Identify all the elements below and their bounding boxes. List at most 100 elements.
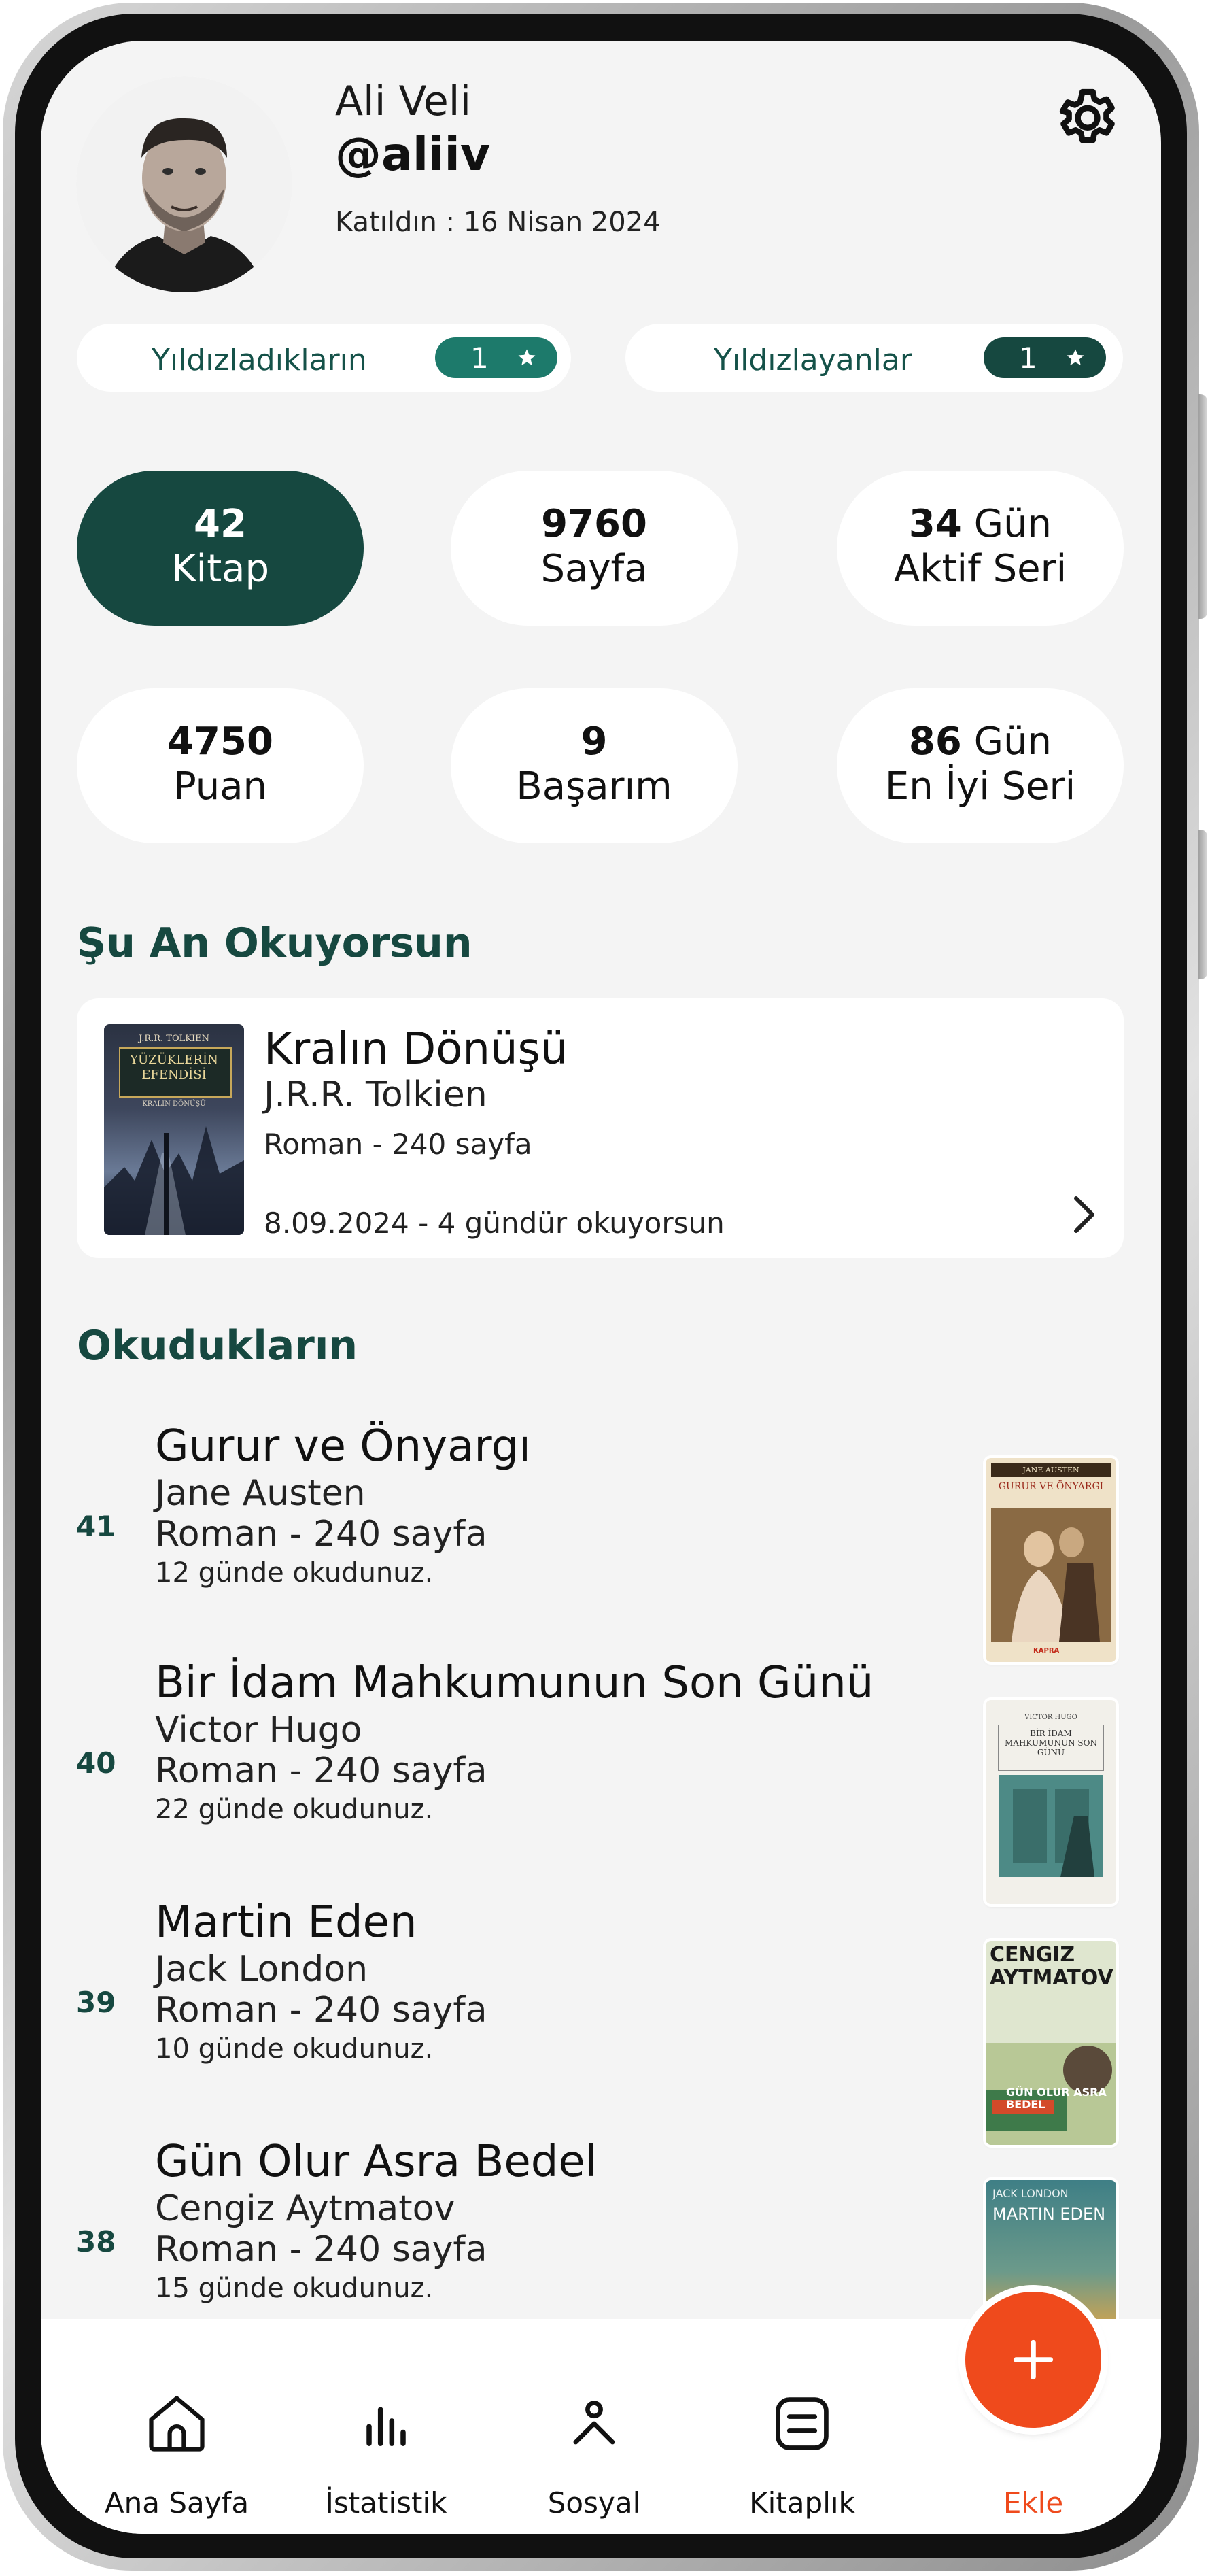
book-author: Jack London [155,1949,368,1990]
add-book-button[interactable] [965,2292,1101,2428]
book-title: Martin Eden [155,1897,417,1948]
stat-best-streak-value: 86 [908,719,962,764]
power-button [1198,830,1207,979]
stat-best-streak[interactable]: 86 Gün En İyi Seri [837,688,1124,843]
book-row[interactable]: 41 Gurur ve Önyargı Jane Austen Roman - … [41,1414,1161,1662]
star-icon [1067,349,1084,366]
starred-count-badge: 1 [435,337,557,378]
book-meta: Roman - 240 sayfa [155,1514,487,1555]
book-title: Gün Olur Asra Bedel [155,2137,598,2187]
person-icon [573,2401,615,2445]
bar-chart-icon [366,2407,406,2446]
book-rank: 38 [76,2225,116,2258]
book-row[interactable]: 40 Bir İdam Mahkumunun Son Günü Victor H… [41,1651,1161,1904]
starred-by-count-badge: 1 [984,337,1106,378]
book-read-duration: 22 günde okudunuz. [155,1794,434,1825]
cover-author: JANE AUSTEN [1022,1465,1079,1474]
nav-stats-label: İstatistik [325,2486,447,2520]
nav-home[interactable]: Ana Sayfa [75,2319,279,2534]
book-rank: 39 [76,1986,116,2019]
stat-points[interactable]: 4750 Puan [77,688,364,843]
stat-achievements[interactable]: 9 Başarım [451,688,738,843]
settings-button[interactable] [1051,80,1124,154]
book-cover: CENGIZ AYTMATOV GÜN OLUR ASRA BEDEL [986,1941,1116,2145]
library-icon [776,2397,829,2450]
stat-pages[interactable]: 9760 Sayfa [451,471,738,626]
book-cover: VICTOR HUGO BİR İDAM MAHKUMUNUN SON GÜNÜ [986,1700,1116,1904]
starred-count: 1 [470,341,489,375]
cover-title: YÜZÜKLERİN EFENDİSİ [130,1053,218,1082]
stat-active-streak[interactable]: 34 Gün Aktif Seri [837,471,1124,626]
stat-books[interactable]: 42 Kitap [77,471,364,626]
cover-subtitle: GÜN OLUR ASRA BEDEL [1006,2086,1107,2111]
book-meta: Roman - 240 sayfa [155,1750,487,1791]
book-author: Cengiz Aytmatov [155,2188,455,2229]
nav-home-label: Ana Sayfa [104,2486,249,2520]
cover-title: MARTIN EDEN [992,2205,1106,2224]
book-rank: 41 [76,1510,116,1543]
book-title: Gurur ve Önyargı [155,1421,531,1472]
plus-icon [1013,2339,1054,2380]
book-cover: JANE AUSTEN GURUR VE ÖNYARGI KAPRA [986,1458,1116,1662]
book-rank: 40 [76,1746,116,1780]
currently-reading-heading: Şu An Okuyorsun [77,919,472,967]
cover-title: GURUR VE ÖNYARGI [998,1481,1104,1492]
stat-achievements-value: 9 [581,719,608,764]
book-meta: Roman - 240 sayfa [155,1990,487,2031]
stat-points-label: Puan [173,764,268,809]
cover-art [104,1126,244,1235]
book-author: Victor Hugo [155,1710,362,1750]
starred-pill[interactable]: Yıldızladıkların 1 [77,324,571,392]
current-book-meta: Roman - 240 sayfa [264,1128,532,1161]
cover-art [991,1508,1111,1642]
stat-best-streak-unit: Gün [973,719,1052,764]
nav-social[interactable]: Sosyal [492,2319,696,2534]
nav-library[interactable]: Kitaplık [700,2319,904,2534]
book-read-duration: 15 günde okudunuz. [155,2273,434,2304]
nav-library-label: Kitaplık [749,2486,855,2520]
starred-label: Yıldızladıkların [152,343,367,377]
book-title: Bir İdam Mahkumunun Son Günü [155,1658,874,1708]
cover-art [999,1775,1103,1877]
book-row[interactable]: 39 Martin Eden Jack London Roman - 240 s… [41,1891,1161,2145]
app-screen: Ali Veli @aliiv Katıldın : 16 Nisan 2024… [41,41,1161,2534]
book-read-duration: 10 günde okudunuz. [155,2033,434,2065]
avatar[interactable] [76,76,292,292]
book-author: Jane Austen [155,1473,366,1514]
stat-pages-value: 9760 [541,502,647,546]
stat-active-streak-value: 34 [908,502,962,546]
star-icon [518,349,536,366]
user-name: Ali Veli [335,78,472,125]
cover-subtitle: KRALIN DÖNÜŞÜ [142,1100,206,1108]
starred-by-label: Yıldızlayanlar [714,343,912,377]
cover-author: VICTOR HUGO [1024,1714,1077,1721]
gear-icon [1059,88,1115,143]
stat-points-value: 4750 [167,719,273,764]
stat-books-label: Kitap [171,547,270,591]
book-read-duration: 12 günde okudunuz. [155,1557,434,1589]
chevron-right-icon [1074,1196,1094,1233]
home-icon [149,2396,205,2452]
current-book-cover: J.R.R. TOLKIEN YÜZÜKLERİN EFENDİSİ KRALI… [104,1024,244,1235]
cover-title: BİR İDAM MAHKUMUNUN SON GÜNÜ [1005,1729,1097,1757]
stat-best-streak-label: En İyi Seri [884,764,1076,809]
current-book-title: Kralın Dönüşü [264,1024,568,1074]
cover-author: JACK LONDON [992,2187,1069,2200]
current-book-author: J.R.R. Tolkien [264,1074,487,1115]
stat-books-value: 42 [194,502,247,546]
cover-author: J.R.R. TOLKIEN [139,1034,209,1044]
cover-title: CENGIZ AYTMATOV [990,1943,1113,1990]
join-date: Katıldın : 16 Nisan 2024 [335,207,661,238]
read-books-heading: Okudukların [77,1322,358,1370]
stat-achievements-label: Başarım [516,764,672,809]
stat-active-streak-label: Aktif Seri [893,547,1067,591]
current-book-progress: 8.09.2024 - 4 gündür okuyorsun [264,1206,725,1240]
starred-by-pill[interactable]: Yıldızlayanlar 1 [625,324,1123,392]
stat-pages-label: Sayfa [540,547,648,591]
current-book-card[interactable]: J.R.R. TOLKIEN YÜZÜKLERİN EFENDİSİ KRALI… [77,998,1124,1258]
stat-active-streak-unit: Gün [973,502,1052,546]
nav-stats[interactable]: İstatistik [284,2319,488,2534]
book-meta: Roman - 240 sayfa [155,2229,487,2270]
starred-by-count: 1 [1019,341,1037,375]
volume-button [1198,394,1207,619]
